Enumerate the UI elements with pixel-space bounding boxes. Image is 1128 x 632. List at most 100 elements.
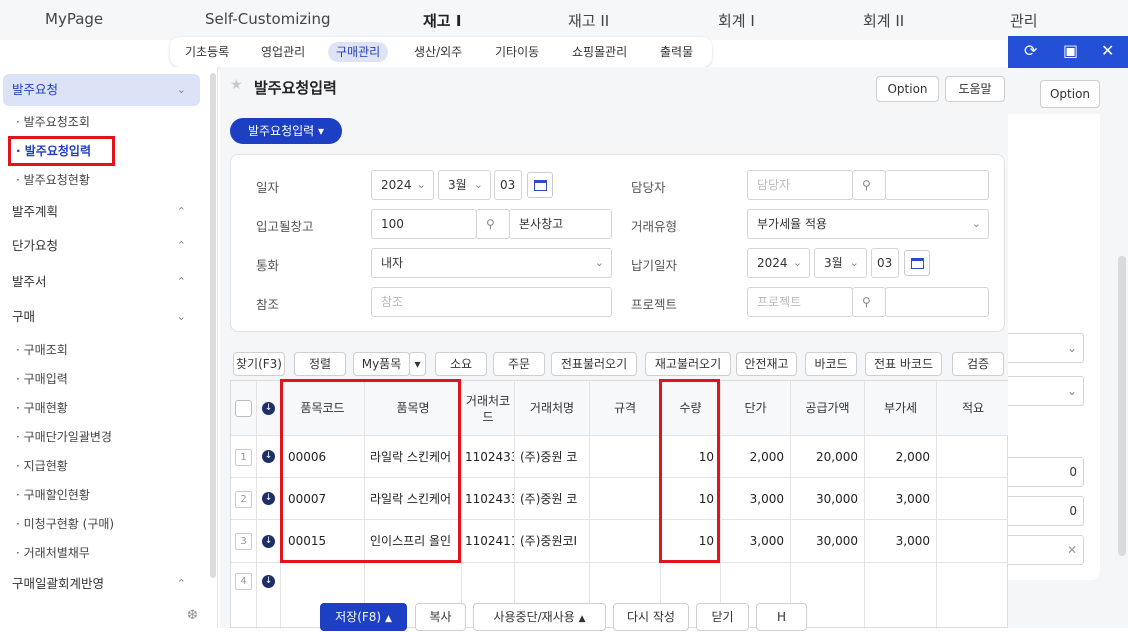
option-button-secondary[interactable]: Option bbox=[1040, 80, 1100, 108]
refresh-icon[interactable]: ⟳ bbox=[1024, 41, 1037, 60]
project-name-field[interactable] bbox=[885, 287, 989, 317]
cell-supply-amount[interactable]: 20,000 bbox=[791, 436, 865, 478]
cell-supply-amount[interactable]: 30,000 bbox=[791, 478, 865, 520]
tab-purchase[interactable]: 구매관리 bbox=[328, 42, 389, 62]
tab-print[interactable]: 출력물 bbox=[652, 42, 701, 62]
right-select-2[interactable]: ⌄ bbox=[1008, 376, 1084, 406]
header-supply-amount[interactable]: 공급가액 bbox=[791, 381, 865, 436]
maximize-icon[interactable]: ▣ bbox=[1063, 41, 1078, 60]
sidebar-item-discount-status[interactable]: · 구매할인현황 bbox=[16, 486, 90, 503]
sidebar-item-request-inquiry[interactable]: · 발주요청조회 bbox=[16, 113, 90, 130]
h-button[interactable]: H bbox=[756, 603, 807, 631]
manager-name-field[interactable] bbox=[885, 170, 989, 200]
cell-spec[interactable] bbox=[590, 478, 661, 520]
safety-stock-button[interactable]: 안전재고 bbox=[736, 352, 797, 376]
sidebar-section-purchase-order[interactable]: 발주서 ⌃ bbox=[3, 266, 200, 298]
sidebar-item-unbilled-status[interactable]: · 미청구현황 (구매) bbox=[16, 515, 114, 532]
menu-self-customizing[interactable]: Self-Customizing bbox=[205, 10, 331, 28]
header-unit-price[interactable]: 단가 bbox=[721, 381, 791, 436]
sidebar-item-purchase-entry[interactable]: · 구매입력 bbox=[16, 370, 68, 387]
cell-unit-price[interactable]: 3,000 bbox=[721, 478, 791, 520]
star-icon[interactable]: ★ bbox=[230, 77, 243, 93]
header-note[interactable]: 적요 bbox=[937, 381, 1009, 436]
menu-accounting-1[interactable]: 회계 I bbox=[718, 10, 755, 31]
arrow-down-icon[interactable]: ↓ bbox=[262, 535, 275, 548]
close-button[interactable]: 닫기 bbox=[696, 603, 749, 631]
sidebar-item-vendor-debt[interactable]: · 거래처별채무 bbox=[16, 544, 90, 561]
cell-vat[interactable]: 3,000 bbox=[865, 520, 937, 563]
warehouse-search-button[interactable]: ⚲ bbox=[476, 209, 510, 239]
currency-select[interactable]: 내자 ⌄ bbox=[371, 248, 612, 278]
sidebar-section-order-request[interactable]: 발주요청 ⌄ bbox=[3, 74, 200, 106]
menu-mypage[interactable]: MyPage bbox=[45, 10, 103, 28]
calendar-icon[interactable] bbox=[527, 172, 553, 198]
reference-input[interactable]: 참조 bbox=[371, 287, 612, 317]
header-spec[interactable]: 규격 bbox=[590, 381, 661, 436]
sidebar-section-purchase[interactable]: 구매 ⌄ bbox=[3, 301, 200, 333]
order-button[interactable]: 주문 bbox=[493, 352, 545, 376]
menu-inventory-1[interactable]: 재고 I bbox=[423, 10, 461, 31]
sidebar-section-price-request[interactable]: 단가요청 ⌃ bbox=[3, 230, 200, 262]
due-month-select[interactable]: 3월 ⌄ bbox=[814, 248, 867, 278]
right-scrollbar[interactable] bbox=[1118, 256, 1126, 556]
cell-unit-price[interactable]: 2,000 bbox=[721, 436, 791, 478]
cell-vat[interactable]: 3,000 bbox=[865, 478, 937, 520]
cell-vat[interactable]: 2,000 bbox=[865, 436, 937, 478]
project-input[interactable]: 프로젝트 bbox=[747, 287, 853, 317]
warehouse-name-field[interactable]: 본사창고 bbox=[509, 209, 612, 239]
voucher-barcode-button[interactable]: 전표 바코드 bbox=[865, 352, 942, 376]
sidebar-item-request-status[interactable]: · 발주요청현황 bbox=[16, 171, 90, 188]
mode-dropdown-button[interactable]: 발주요청입력 ▾ bbox=[230, 118, 342, 144]
menu-admin[interactable]: 관리 bbox=[1010, 10, 1038, 31]
requirement-button[interactable]: 소요 bbox=[435, 352, 487, 376]
select-all-checkbox[interactable] bbox=[235, 400, 252, 417]
deactivate-button[interactable]: 사용중단/재사용 ▲ bbox=[473, 603, 606, 631]
find-button[interactable]: 찾기(F3) bbox=[233, 352, 285, 376]
help-button[interactable]: 도움말 bbox=[945, 76, 1005, 102]
right-select-1[interactable]: ⌄ bbox=[1008, 333, 1084, 363]
calendar-icon[interactable] bbox=[904, 250, 930, 276]
warehouse-code-input[interactable]: 100 bbox=[371, 209, 477, 239]
project-search-button[interactable]: ⚲ bbox=[852, 287, 886, 317]
load-inventory-button[interactable]: 재고불러오기 bbox=[645, 352, 731, 376]
tab-production[interactable]: 생산/외주 bbox=[406, 42, 470, 62]
date-year-select[interactable]: 2024 ⌄ bbox=[371, 170, 434, 200]
cell-supply-amount[interactable]: 30,000 bbox=[791, 520, 865, 563]
menu-inventory-2[interactable]: 재고 II bbox=[568, 10, 609, 31]
my-items-dropdown[interactable]: ▾ bbox=[409, 352, 426, 376]
cell-vendor-name[interactable]: (주)중원 코 bbox=[515, 478, 590, 520]
menu-accounting-2[interactable]: 회계 II bbox=[863, 10, 904, 31]
barcode-button[interactable]: 바코드 bbox=[805, 352, 857, 376]
due-year-select[interactable]: 2024 ⌄ bbox=[747, 248, 810, 278]
cell-spec[interactable] bbox=[590, 436, 661, 478]
cell-vendor-code[interactable]: 1102433 bbox=[462, 478, 515, 520]
arrow-down-icon[interactable]: ↓ bbox=[262, 402, 275, 415]
pin-icon[interactable]: ❆ bbox=[187, 608, 198, 623]
cell-vendor-code[interactable]: 1102433 bbox=[462, 436, 515, 478]
rewrite-button[interactable]: 다시 작성 bbox=[613, 603, 689, 631]
date-month-select[interactable]: 3월 ⌄ bbox=[438, 170, 491, 200]
tab-sales[interactable]: 영업관리 bbox=[253, 42, 313, 62]
right-clear-field[interactable]: ✕ bbox=[1008, 535, 1084, 565]
sidebar-section-order-plan[interactable]: 발주계획 ⌃ bbox=[3, 196, 200, 228]
sidebar-item-purchase-inquiry[interactable]: · 구매조회 bbox=[16, 341, 68, 358]
sidebar-section-batch-accounting[interactable]: 구매일괄회계반영 ⌃ bbox=[3, 568, 200, 600]
right-value-2[interactable]: 0 bbox=[1008, 496, 1084, 526]
header-vat[interactable]: 부가세 bbox=[865, 381, 937, 436]
arrow-down-icon[interactable]: ↓ bbox=[262, 492, 275, 505]
cell-unit-price[interactable]: 3,000 bbox=[721, 520, 791, 563]
manager-search-button[interactable]: ⚲ bbox=[852, 170, 886, 200]
save-button[interactable]: 저장(F8) ▲ bbox=[320, 603, 407, 631]
cell-vat[interactable] bbox=[865, 563, 937, 629]
date-day-input[interactable]: 03 bbox=[494, 170, 522, 200]
arrow-down-icon[interactable]: ↓ bbox=[262, 450, 275, 463]
header-vendor-name[interactable]: 거래처명 bbox=[515, 381, 590, 436]
cell-note[interactable] bbox=[937, 436, 1009, 478]
my-items-button[interactable]: My품목 bbox=[353, 352, 410, 376]
cell-vendor-code[interactable]: 1102411 bbox=[462, 520, 515, 563]
sidebar-item-purchase-status[interactable]: · 구매현황 bbox=[16, 399, 68, 416]
trade-type-select[interactable]: 부가세율 적용 ⌄ bbox=[747, 209, 989, 239]
close-icon[interactable]: ✕ bbox=[1101, 41, 1114, 60]
cell-vendor-name[interactable]: (주)중원 코 bbox=[515, 436, 590, 478]
sidebar-item-payment-status[interactable]: · 지급현황 bbox=[16, 457, 68, 474]
